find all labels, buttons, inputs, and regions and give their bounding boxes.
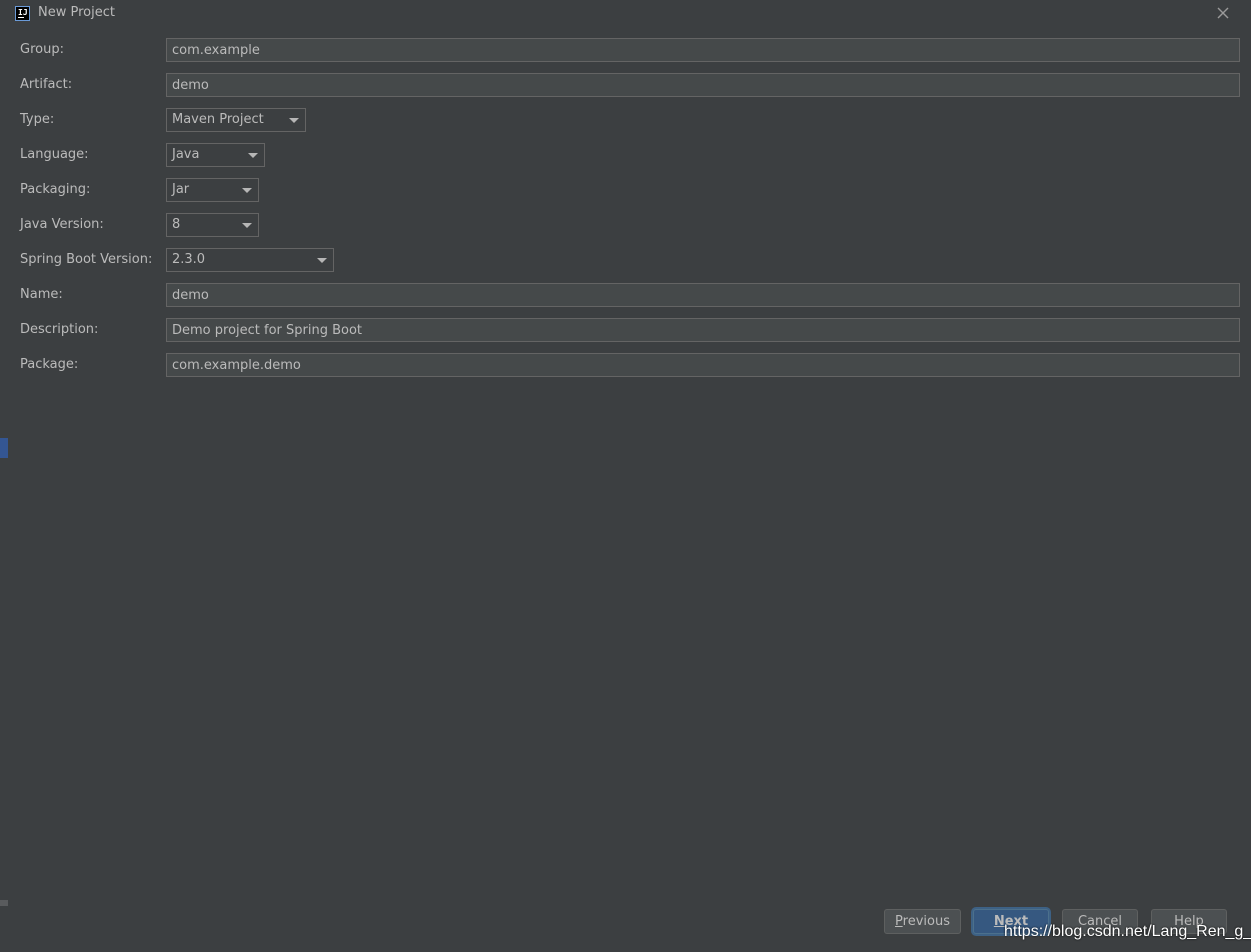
type-label: Type:: [20, 112, 55, 127]
new-project-dialog: IJ New Project Group: Artifact: Type: Ma…: [8, 0, 1251, 944]
language-dropdown[interactable]: Java: [166, 143, 265, 167]
packaging-dropdown-value: Jar: [172, 182, 190, 197]
package-row: Package:: [20, 353, 1240, 377]
java-version-dropdown[interactable]: 8: [166, 213, 259, 237]
language-row: Language: Java: [20, 143, 320, 167]
name-label: Name:: [20, 287, 63, 302]
type-dropdown[interactable]: Maven Project: [166, 108, 306, 132]
close-icon[interactable]: [1215, 5, 1231, 21]
group-row: Group:: [20, 38, 1240, 62]
language-dropdown-value: Java: [172, 147, 200, 162]
chevron-down-icon: [248, 153, 258, 158]
name-input[interactable]: [166, 283, 1240, 307]
language-label: Language:: [20, 147, 89, 162]
spring-boot-version-row: Spring Boot Version: 2.3.0: [20, 248, 340, 272]
chevron-down-icon: [317, 258, 327, 263]
java-version-label: Java Version:: [20, 217, 104, 232]
chevron-down-icon: [289, 118, 299, 123]
dialog-titlebar: IJ New Project: [8, 0, 1251, 28]
type-row: Type: Maven Project: [20, 108, 320, 132]
artifact-row: Artifact:: [20, 73, 1240, 97]
artifact-input[interactable]: [166, 73, 1240, 97]
description-label: Description:: [20, 322, 99, 337]
package-input[interactable]: [166, 353, 1240, 377]
group-input[interactable]: [166, 38, 1240, 62]
dialog-title: New Project: [38, 5, 115, 20]
group-label: Group:: [20, 42, 64, 57]
description-input[interactable]: [166, 318, 1240, 342]
ide-status-bar: [0, 944, 1251, 952]
previous-label-rest: revious: [902, 914, 950, 929]
watermark-url: https://blog.csdn.net/Lang_Ren_g_: [1004, 923, 1251, 940]
spring-boot-version-dropdown-value: 2.3.0: [172, 252, 206, 267]
previous-button[interactable]: Previous: [884, 909, 961, 934]
name-row: Name:: [20, 283, 1240, 307]
spring-boot-version-label: Spring Boot Version:: [20, 252, 153, 267]
previous-mnemonic: P: [895, 914, 903, 929]
ide-selection-highlight: [0, 438, 8, 458]
java-version-dropdown-value: 8: [172, 217, 181, 232]
intellij-idea-icon: IJ: [15, 6, 30, 21]
java-version-row: Java Version: 8: [20, 213, 320, 237]
package-label: Package:: [20, 357, 79, 372]
chevron-down-icon: [242, 223, 252, 228]
packaging-label: Packaging:: [20, 182, 91, 197]
spring-boot-version-dropdown[interactable]: 2.3.0: [166, 248, 334, 272]
packaging-dropdown[interactable]: Jar: [166, 178, 259, 202]
chevron-down-icon: [242, 188, 252, 193]
packaging-row: Packaging: Jar: [20, 178, 320, 202]
ide-scrollbar: [0, 900, 8, 906]
artifact-label: Artifact:: [20, 77, 73, 92]
type-dropdown-value: Maven Project: [172, 112, 264, 127]
description-row: Description:: [20, 318, 1240, 342]
